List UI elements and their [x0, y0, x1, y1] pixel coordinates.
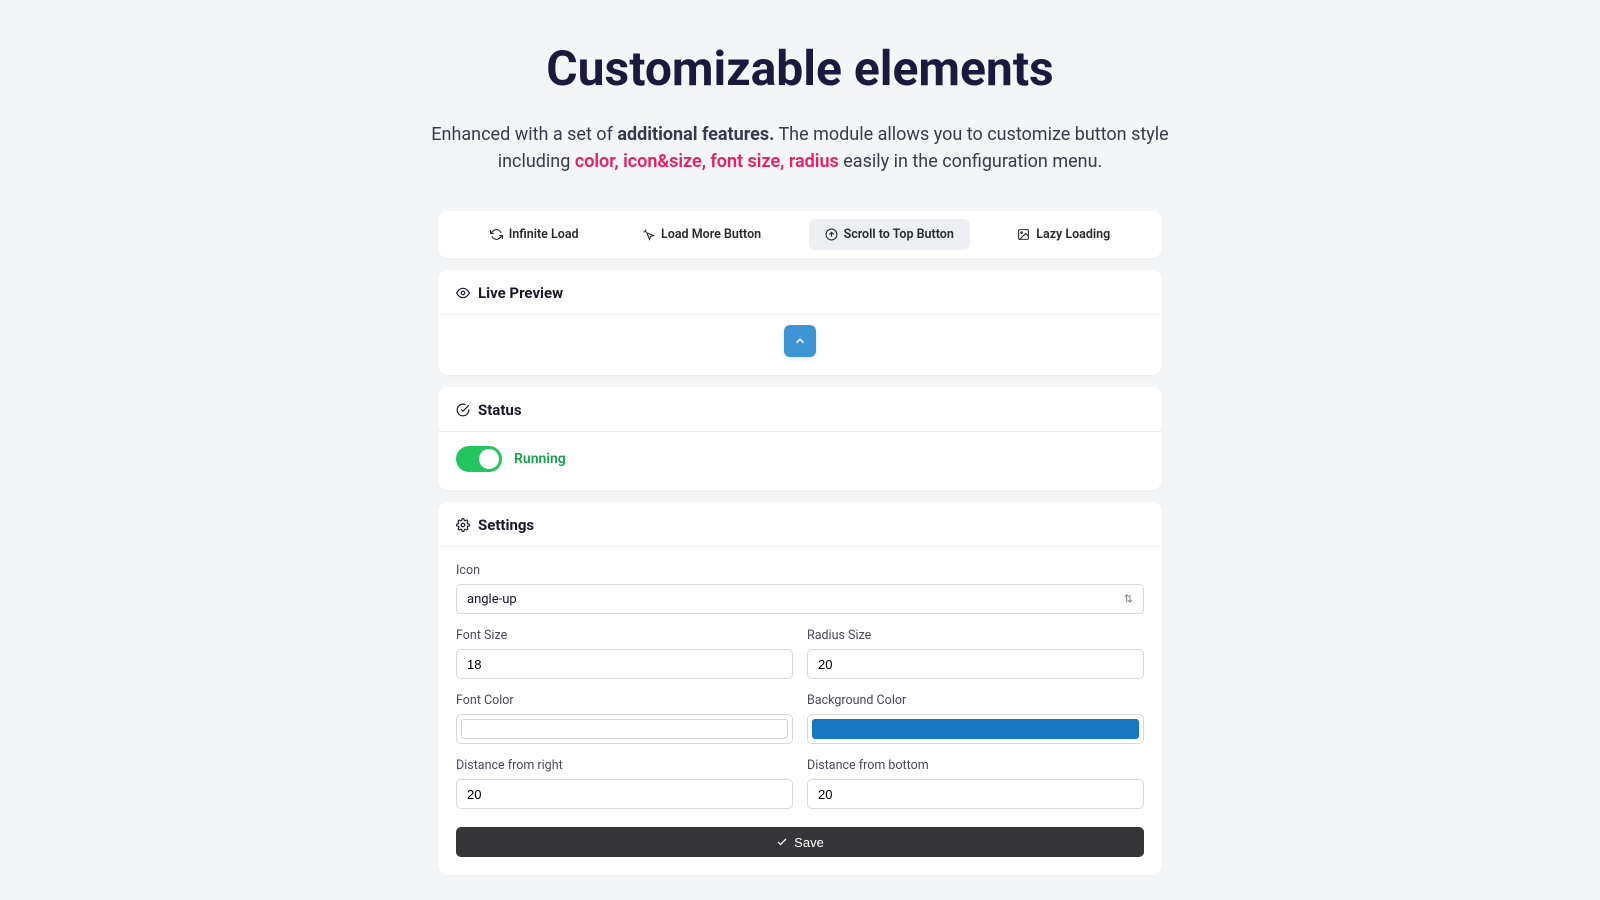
icon-select-value: angle-up	[467, 592, 517, 607]
tab-label: Scroll to Top Button	[844, 227, 954, 242]
background-color-label: Background Color	[807, 693, 1144, 708]
save-button-label: Save	[794, 835, 824, 850]
tab-lazy-loading[interactable]: Lazy Loading	[1001, 219, 1126, 250]
status-row: Running	[438, 432, 1162, 490]
tab-load-more[interactable]: Load More Button	[626, 219, 777, 250]
desc-post: easily in the configuration menu.	[839, 151, 1102, 172]
tab-infinite-load[interactable]: Infinite Load	[474, 219, 595, 250]
panel-header-preview: Live Preview	[438, 270, 1162, 315]
status-panel: Status Running	[438, 387, 1162, 490]
panel-title: Settings	[478, 516, 534, 534]
settings-body: Icon angle-up ⇅ Font Size Radius Size	[438, 547, 1162, 875]
font-size-input[interactable]	[456, 649, 793, 679]
desc-pre: Enhanced with a set of	[431, 124, 617, 145]
arrow-up-circle-icon	[825, 228, 838, 241]
desc-bold: additional features.	[617, 124, 774, 145]
chevron-up-icon	[793, 334, 807, 348]
field-font-color: Font Color	[456, 693, 793, 744]
field-font-size: Font Size	[456, 628, 793, 679]
font-color-swatch	[461, 719, 788, 739]
panel-title: Status	[478, 401, 522, 419]
font-size-label: Font Size	[456, 628, 793, 643]
radius-size-input[interactable]	[807, 649, 1144, 679]
panel-header-status: Status	[438, 387, 1162, 432]
save-button[interactable]: Save	[456, 827, 1144, 857]
field-icon: Icon angle-up ⇅	[456, 563, 1144, 614]
tab-label: Lazy Loading	[1036, 227, 1110, 242]
panel-header-settings: Settings	[438, 502, 1162, 547]
background-color-swatch	[812, 719, 1139, 739]
field-radius-size: Radius Size	[807, 628, 1144, 679]
page-description: Enhanced with a set of additional featur…	[410, 121, 1190, 175]
check-icon	[776, 836, 788, 848]
status-toggle[interactable]	[456, 446, 502, 472]
distance-bottom-input[interactable]	[807, 779, 1144, 809]
font-color-input[interactable]	[456, 714, 793, 744]
font-color-label: Font Color	[456, 693, 793, 708]
tab-label: Infinite Load	[509, 227, 579, 242]
settings-panel: Settings Icon angle-up ⇅ Font Size Radiu…	[438, 502, 1162, 875]
field-distance-bottom: Distance from bottom	[807, 758, 1144, 809]
check-circle-icon	[456, 403, 470, 417]
icon-select[interactable]: angle-up ⇅	[456, 584, 1144, 614]
desc-highlight: color, icon&size, font size, radius	[575, 151, 839, 172]
status-label: Running	[514, 451, 566, 467]
background-color-input[interactable]	[807, 714, 1144, 744]
field-background-color: Background Color	[807, 693, 1144, 744]
tabs-bar: Infinite Load Load More Button Scroll to…	[438, 211, 1162, 258]
eye-icon	[456, 286, 470, 300]
icon-label: Icon	[456, 563, 1144, 578]
preview-area	[438, 315, 1162, 375]
select-caret-icon: ⇅	[1124, 594, 1133, 605]
field-distance-right: Distance from right	[456, 758, 793, 809]
tab-scroll-to-top[interactable]: Scroll to Top Button	[809, 219, 970, 250]
tab-label: Load More Button	[661, 227, 761, 242]
cursor-click-icon	[642, 228, 655, 241]
distance-right-label: Distance from right	[456, 758, 793, 773]
distance-right-input[interactable]	[456, 779, 793, 809]
scroll-top-preview-button[interactable]	[784, 325, 816, 357]
toggle-knob	[479, 449, 499, 469]
panel-title: Live Preview	[478, 284, 563, 302]
radius-size-label: Radius Size	[807, 628, 1144, 643]
image-icon	[1017, 228, 1030, 241]
gear-icon	[456, 518, 470, 532]
distance-bottom-label: Distance from bottom	[807, 758, 1144, 773]
page-title: Customizable elements	[240, 40, 1360, 97]
refresh-icon	[490, 228, 503, 241]
live-preview-panel: Live Preview	[438, 270, 1162, 375]
